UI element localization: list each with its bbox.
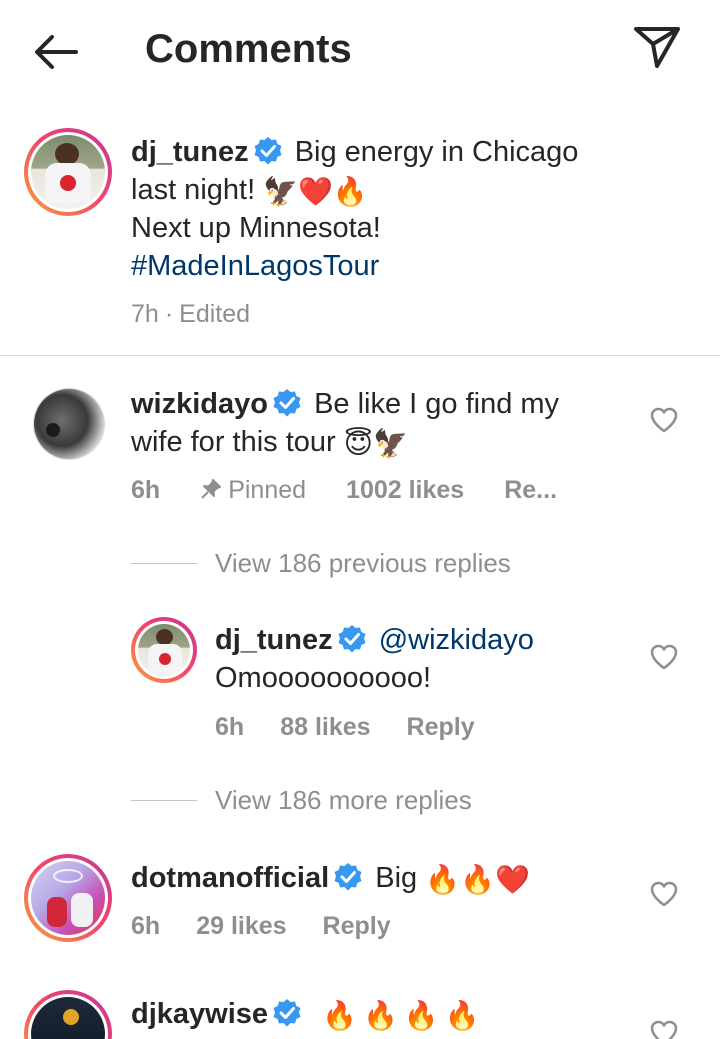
comment-line2: wife for this tour	[131, 426, 336, 458]
back-button[interactable]	[30, 28, 82, 76]
verified-badge-icon	[334, 863, 362, 891]
verified-badge-icon	[273, 389, 301, 417]
comment-meta: 6h Pinned 1002 likes Re...	[131, 476, 593, 505]
divider	[0, 355, 720, 356]
comment-username[interactable]: dotmanofficial	[131, 862, 329, 894]
reply-time: 6h	[215, 713, 245, 741]
comment-text: wizkidayo Be like I go find my wife for …	[131, 385, 631, 461]
heart-icon[interactable]	[650, 1020, 678, 1039]
caption-text: dj_tunez Big energy in Chicago last nigh…	[131, 133, 651, 285]
pin-icon	[201, 479, 222, 499]
paper-plane-icon	[634, 27, 680, 68]
reply-mention[interactable]: @wizkidayo	[379, 624, 534, 656]
caption-edited: Edited	[179, 300, 251, 328]
caption-time: 7h	[131, 300, 159, 328]
reply-meta: 6h 88 likes Reply	[215, 713, 511, 742]
verified-badge-icon	[338, 625, 366, 653]
caption-line1: Big energy in Chicago	[294, 136, 579, 168]
caption-meta: 7h · Edited	[131, 300, 250, 329]
heart-icon[interactable]	[650, 644, 678, 670]
arrow-left-icon	[35, 35, 78, 69]
comment-time: 6h	[131, 912, 161, 940]
caption-line2: last night!	[131, 174, 256, 206]
caption-emojis: 🦅❤️🔥	[263, 176, 368, 207]
comment-line1: Be like I go find my	[314, 388, 560, 420]
comment-text: djkaywise 🔥🔥🔥🔥	[131, 995, 631, 1033]
comment-emojis: 🔥🔥❤️	[425, 864, 530, 895]
comment-time: 6h	[131, 476, 161, 504]
heart-icon[interactable]	[650, 407, 678, 433]
avatar[interactable]	[33, 388, 105, 460]
avatar[interactable]	[24, 854, 112, 942]
divider	[131, 800, 197, 801]
caption-line3: Next up Minnesota!	[131, 212, 381, 244]
avatar[interactable]	[131, 617, 197, 683]
verified-badge-icon	[254, 137, 282, 165]
reply-button[interactable]: Reply	[323, 912, 391, 940]
share-button[interactable]	[630, 22, 684, 72]
comment-username[interactable]: djkaywise	[131, 998, 268, 1030]
likes-count[interactable]: 1002 likes	[346, 476, 464, 504]
caption-separator: ·	[164, 300, 174, 328]
view-previous-replies-button[interactable]: View 186 previous replies	[215, 548, 511, 579]
comment-username[interactable]: wizkidayo	[131, 388, 268, 420]
comment-text: dotmanofficial Big 🔥🔥❤️	[131, 859, 631, 897]
comment-body: Big	[375, 862, 418, 894]
avatar[interactable]	[24, 990, 112, 1039]
comment-emojis: 🔥🔥🔥🔥	[322, 1000, 486, 1031]
view-more-replies-button[interactable]: View 186 more replies	[215, 785, 472, 816]
likes-count[interactable]: 88 likes	[280, 713, 370, 741]
heart-icon[interactable]	[650, 881, 678, 907]
pinned-label: Pinned	[228, 476, 307, 504]
avatar[interactable]	[24, 128, 112, 216]
comment-emojis: 😇🦅	[343, 428, 408, 459]
caption-hashtag[interactable]: #MadeInLagosTour	[131, 250, 379, 282]
verified-badge-icon	[273, 999, 301, 1027]
page-title: Comments	[145, 27, 352, 71]
divider	[131, 563, 197, 564]
header-bar: Comments	[0, 0, 720, 100]
reply-username[interactable]: dj_tunez	[215, 624, 333, 656]
reply-button[interactable]: Reply	[407, 713, 475, 741]
comment-meta: 6h 29 likes Reply	[131, 912, 427, 941]
reply-button[interactable]: Re...	[504, 476, 557, 504]
reply-text: dj_tunez @wizkidayo Omoooooooooo!	[215, 621, 635, 697]
caption-username[interactable]: dj_tunez	[131, 136, 249, 168]
reply-body: Omoooooooooo!	[215, 662, 432, 694]
likes-count[interactable]: 29 likes	[196, 912, 286, 940]
